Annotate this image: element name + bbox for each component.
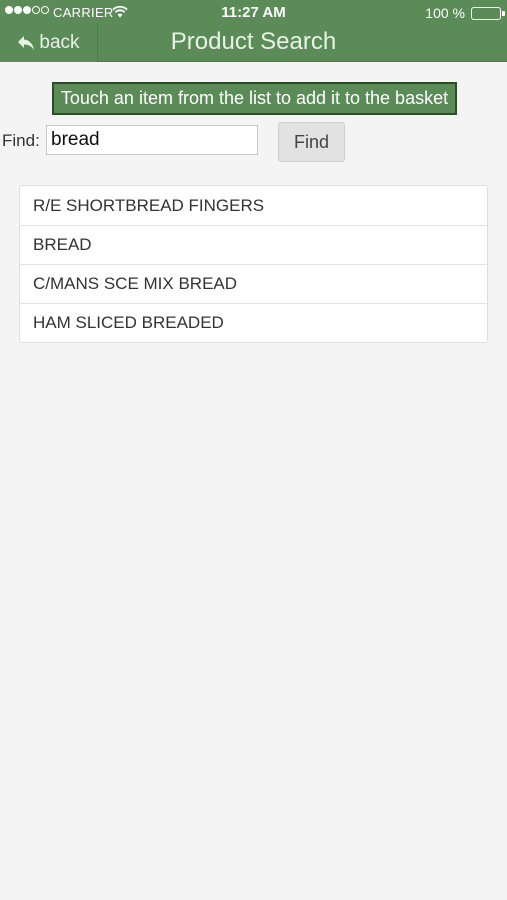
list-item[interactable]: HAM SLICED BREADED <box>20 303 487 342</box>
find-label: Find: <box>2 131 40 150</box>
back-label: back <box>39 31 80 53</box>
header-bar: CARRIER 11:27 AM 100 % back Product Sear… <box>0 0 507 62</box>
battery-percent: 100 % <box>425 5 465 21</box>
back-button[interactable]: back <box>0 23 98 62</box>
search-input[interactable] <box>46 125 258 155</box>
result-list: R/E SHORTBREAD FINGERS BREAD C/MANS SCE … <box>19 185 488 343</box>
list-item[interactable]: R/E SHORTBREAD FINGERS <box>20 186 487 225</box>
battery-icon <box>471 7 505 20</box>
instruction-banner: Touch an item from the list to add it to… <box>52 82 457 115</box>
find-button[interactable]: Find <box>278 122 345 162</box>
list-item[interactable]: BREAD <box>20 225 487 264</box>
reply-arrow-icon <box>17 35 35 51</box>
list-item[interactable]: C/MANS SCE MIX BREAD <box>20 264 487 303</box>
